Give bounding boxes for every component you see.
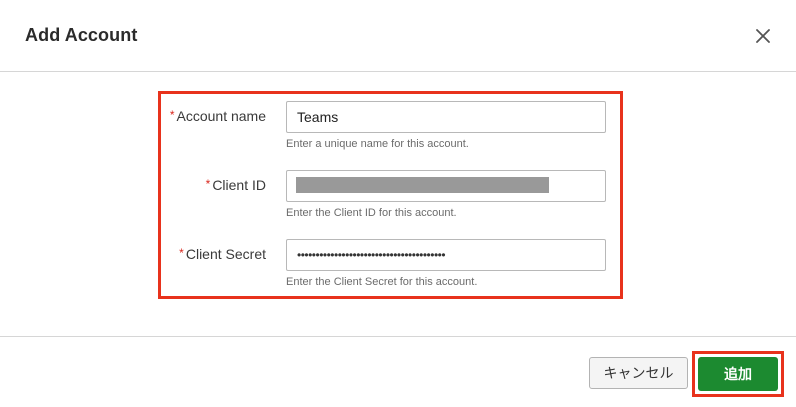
dialog-footer: キャンセル 追加: [0, 336, 796, 407]
add-button[interactable]: 追加: [698, 357, 778, 391]
form-highlight-box: [158, 91, 623, 299]
close-icon: [756, 29, 770, 43]
close-button[interactable]: [752, 25, 774, 47]
dialog-body: *Account name Enter a unique name for th…: [0, 73, 796, 336]
cancel-button[interactable]: キャンセル: [589, 357, 688, 389]
add-account-dialog: Add Account *Account name Enter a unique…: [0, 0, 796, 407]
dialog-header: Add Account: [0, 0, 796, 72]
dialog-title: Add Account: [25, 25, 138, 45]
